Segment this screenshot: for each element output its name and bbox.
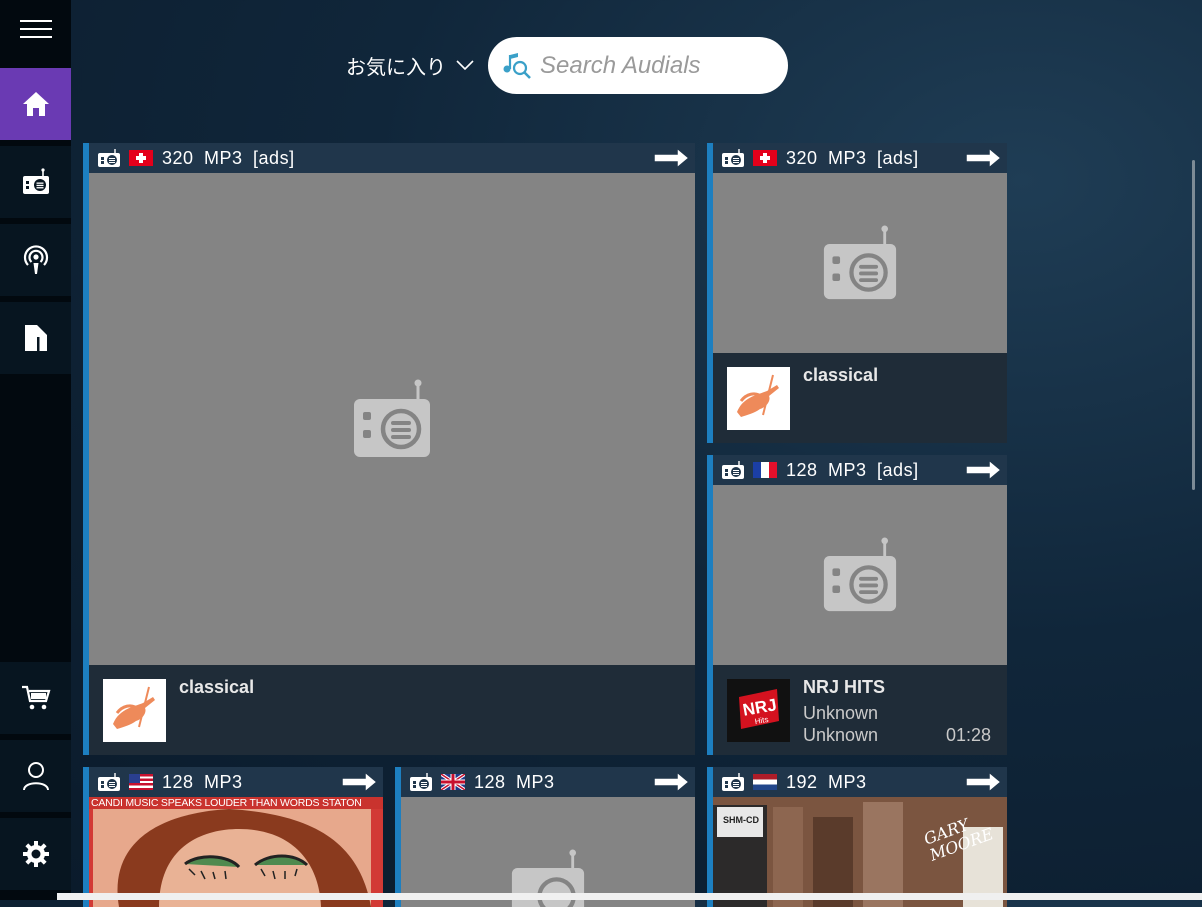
- nav-account[interactable]: [0, 740, 71, 812]
- station-title: NRJ HITS: [803, 677, 886, 697]
- album-artwork: SHM-CD GARY MOORE: [713, 797, 1007, 907]
- station-title: classical: [803, 365, 879, 385]
- arrow-right-icon[interactable]: [341, 771, 379, 793]
- station-tile-classical-large[interactable]: 320 MP3 [ads] classical: [83, 143, 695, 755]
- flag-switzerland-icon: [753, 150, 777, 166]
- podcast-icon: [23, 245, 48, 274]
- stream-info: 128 MP3: [162, 771, 243, 792]
- tile-header: 128 MP3 [ads]: [713, 455, 1007, 485]
- stream-info: 128 MP3: [474, 771, 555, 792]
- flag-usa-icon: [129, 774, 153, 790]
- tile-artwork-placeholder: [89, 173, 695, 665]
- tile-footer: classical: [713, 353, 1007, 443]
- window-bottom-edge: [57, 893, 1202, 900]
- radio-icon: [22, 168, 49, 194]
- tile-artwork-placeholder: [713, 173, 1007, 353]
- radio-stream-icon: [98, 149, 120, 167]
- flag-france-icon: [753, 462, 777, 478]
- nav-home[interactable]: [0, 68, 71, 140]
- stream-info: 320 MP3 [ads]: [786, 147, 919, 168]
- radio-stream-icon: [722, 461, 744, 479]
- search-box[interactable]: [488, 37, 788, 94]
- station-tile-nl[interactable]: 192 MP3 SHM-CD GARY MOORE: [707, 767, 1007, 907]
- now-playing-artist: Unknown: [803, 703, 879, 723]
- radio-placeholder-icon: [823, 537, 897, 612]
- radio-stream-icon: [410, 773, 432, 791]
- sidebar: [0, 0, 71, 900]
- nav-library[interactable]: [0, 302, 71, 374]
- filter-label: お気に入り: [346, 54, 446, 79]
- flag-switzerland-icon: [129, 150, 153, 166]
- gear-icon: [22, 841, 49, 867]
- hamburger-icon: [19, 20, 52, 38]
- nav-settings[interactable]: [0, 818, 71, 890]
- chevron-down-icon: [456, 60, 474, 70]
- arrow-right-icon[interactable]: [965, 459, 1003, 481]
- radio-stream-icon: [722, 773, 744, 791]
- flag-netherlands-icon: [753, 774, 777, 790]
- search-icon: [503, 52, 531, 79]
- tile-footer: NRJ Hits NRJ HITS Unknown Unknown 01:28: [713, 665, 1007, 755]
- tile-artwork-placeholder: [713, 485, 1007, 665]
- tile-header: 320 MP3 [ads]: [89, 143, 695, 173]
- stream-info: 128 MP3 [ads]: [786, 459, 919, 480]
- station-title: classical: [179, 677, 255, 697]
- radio-placeholder-icon: [354, 379, 430, 457]
- tile-header: 320 MP3 [ads]: [713, 143, 1007, 173]
- conductor-logo: [103, 679, 166, 742]
- menu-button[interactable]: [0, 0, 71, 63]
- svg-text:Hits: Hits: [754, 715, 769, 726]
- tile-header: 128 MP3: [401, 767, 695, 797]
- search-input[interactable]: [538, 50, 782, 81]
- station-tile-classical-small[interactable]: 320 MP3 [ads] classical: [707, 143, 1007, 443]
- album-art-caption: CANDI MUSIC SPEAKS LOUDER THAN WORDS STA…: [89, 797, 383, 809]
- nav-radio[interactable]: [0, 146, 71, 218]
- home-icon: [22, 92, 49, 116]
- arrow-right-icon[interactable]: [965, 147, 1003, 169]
- station-tile-uk[interactable]: 128 MP3: [395, 767, 695, 907]
- tile-header: 128 MP3: [89, 767, 383, 797]
- vertical-scrollbar[interactable]: [1192, 160, 1195, 490]
- library-icon: [24, 325, 47, 351]
- cart-icon: [21, 685, 50, 710]
- flag-uk-icon: [441, 774, 465, 790]
- tile-header: 192 MP3: [713, 767, 1007, 797]
- tile-footer: classical: [89, 665, 695, 755]
- stream-info: 320 MP3 [ads]: [162, 147, 295, 168]
- stream-info: 192 MP3: [786, 771, 867, 792]
- arrow-right-icon[interactable]: [653, 147, 691, 169]
- favorites-filter-dropdown[interactable]: お気に入り: [346, 50, 474, 80]
- arrow-right-icon[interactable]: [965, 771, 1003, 793]
- now-playing-song: Unknown: [803, 725, 879, 745]
- radio-stream-icon: [722, 149, 744, 167]
- album-art-badge: SHM-CD: [723, 815, 759, 825]
- elapsed-time: 01:28: [945, 725, 991, 745]
- station-tile-us[interactable]: 128 MP3 CANDI MUSIC SPEAKS LOUDER THAN W…: [83, 767, 383, 907]
- album-artwork: CANDI MUSIC SPEAKS LOUDER THAN WORDS STA…: [89, 797, 383, 907]
- station-tile-nrj-hits[interactable]: 128 MP3 [ads] NRJ Hits NRJ HITS Unknown U…: [707, 455, 1007, 755]
- arrow-right-icon[interactable]: [653, 771, 691, 793]
- tile-artwork-placeholder: [401, 797, 695, 907]
- conductor-logo: [727, 367, 790, 430]
- nav-podcast[interactable]: [0, 224, 71, 296]
- nrj-logo: NRJ Hits: [727, 679, 790, 742]
- nav-shop[interactable]: [0, 662, 71, 734]
- radio-placeholder-icon: [823, 225, 897, 300]
- radio-stream-icon: [98, 773, 120, 791]
- user-icon: [22, 762, 49, 791]
